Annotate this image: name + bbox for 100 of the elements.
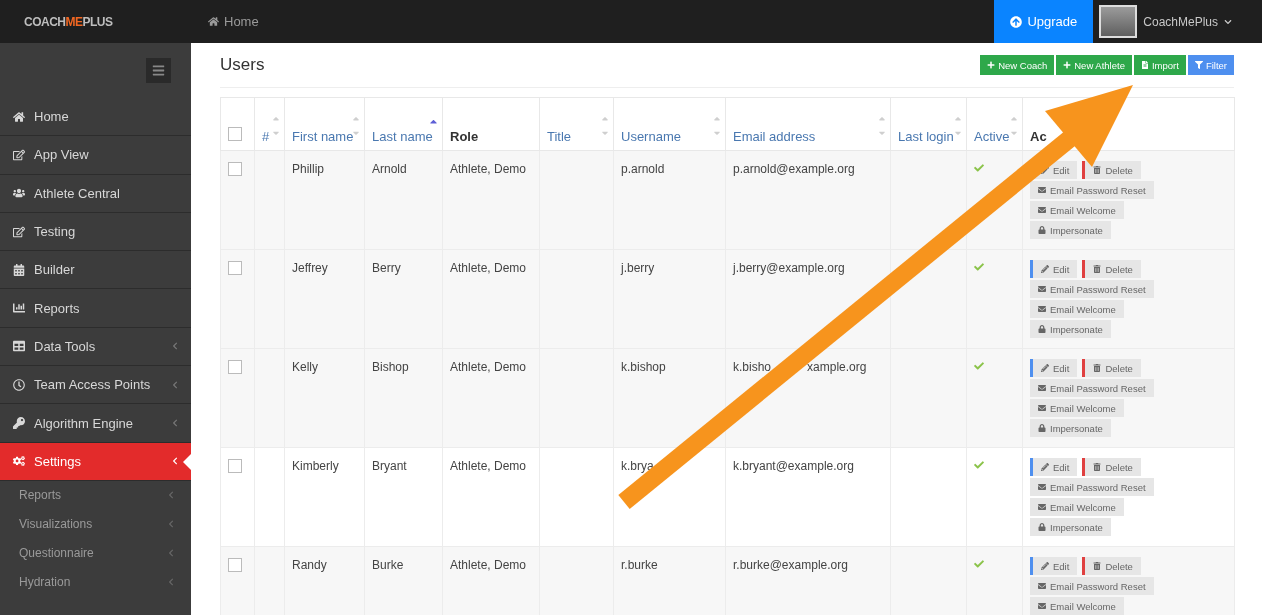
import-button[interactable]: Import	[1133, 55, 1186, 75]
add-button[interactable]: New Athlete	[1056, 55, 1132, 75]
pencil-icon	[1041, 562, 1049, 570]
table-cell: Athlete, Demo	[450, 360, 527, 374]
table-cell: Phillip	[292, 162, 324, 176]
logo: COACHMEPLUS	[24, 14, 113, 29]
sidebar-item[interactable]: Home	[0, 98, 191, 137]
sidebar-item[interactable]: Settings	[0, 442, 191, 481]
active-notch	[183, 453, 191, 470]
table-cell: p.arnold@example.org	[733, 162, 855, 176]
column-header[interactable]: First name	[284, 97, 365, 151]
pencil-icon	[1041, 463, 1049, 471]
table-cell: k.bisho	[733, 360, 772, 374]
sidebar-item[interactable]: Reports	[0, 289, 191, 328]
action-button[interactable]: Impersonate	[1030, 221, 1111, 239]
action-button[interactable]: Delete	[1082, 458, 1141, 476]
table-cell: Athlete, Demo	[450, 558, 527, 572]
action-button[interactable]: Impersonate	[1030, 518, 1111, 536]
document-icon	[1140, 61, 1149, 69]
envelope-icon	[1038, 503, 1046, 511]
filter-button[interactable]: Filter	[1187, 55, 1234, 75]
envelope-icon	[1038, 384, 1046, 392]
action-button[interactable]: Delete	[1082, 161, 1141, 179]
column-header[interactable]: Last name	[364, 97, 443, 151]
sidebar-item[interactable]: Testing	[0, 212, 191, 252]
envelope-icon	[1038, 206, 1046, 214]
envelope-icon	[1038, 483, 1046, 491]
page-title: Users	[220, 55, 265, 75]
sidebar-item[interactable]: Algorithm Engine	[0, 404, 191, 443]
action-button[interactable]: Email Welcome	[1030, 597, 1124, 615]
column-header[interactable]: Last login	[890, 97, 967, 151]
action-button[interactable]: Impersonate	[1030, 320, 1111, 338]
action-button[interactable]: Email Password Reset	[1030, 379, 1154, 397]
plus-icon	[987, 61, 996, 69]
action-button[interactable]: Edit	[1030, 458, 1078, 476]
column-header[interactable]: Title	[539, 97, 614, 151]
action-button[interactable]: Email Password Reset	[1030, 478, 1154, 496]
table-cell: Burke	[372, 558, 404, 572]
table-cell: Athlete, Demo	[450, 261, 527, 275]
action-button[interactable]: Email Password Reset	[1030, 577, 1154, 595]
row-checkbox[interactable]	[228, 459, 242, 473]
table-cell: Bryant	[372, 459, 407, 473]
trash-icon	[1093, 364, 1102, 372]
action-button[interactable]: Edit	[1030, 359, 1078, 377]
menu-button[interactable]	[146, 58, 171, 83]
breadcrumb[interactable]: Home	[224, 14, 259, 29]
column-header[interactable]: Email address	[725, 97, 891, 151]
sidebar-item[interactable]: Team Access Points	[0, 366, 191, 405]
action-button[interactable]: Impersonate	[1030, 419, 1111, 437]
sidebar-item[interactable]: Data Tools	[0, 327, 191, 367]
action-button[interactable]: Email Welcome	[1030, 201, 1124, 219]
avatar-placeholder	[1099, 5, 1138, 38]
action-button[interactable]: Delete	[1082, 359, 1141, 377]
lock-icon	[1038, 226, 1046, 234]
submenu-item[interactable]: Hydration	[0, 567, 191, 597]
action-button[interactable]: Email Welcome	[1030, 300, 1124, 318]
trash-icon	[1093, 463, 1102, 471]
add-button[interactable]: New Coach	[980, 55, 1055, 75]
table-cell: Bishop	[372, 360, 409, 374]
column-header[interactable]: Username	[613, 97, 726, 151]
chevron-icon	[167, 491, 175, 500]
table-cell: Randy	[292, 558, 327, 572]
sidebar-item[interactable]: App View	[0, 136, 191, 175]
sidebar-item[interactable]: Builder	[0, 251, 191, 290]
action-button[interactable]: Email Password Reset	[1030, 280, 1154, 298]
row-checkbox[interactable]	[228, 261, 242, 275]
column-header: Role	[442, 97, 540, 151]
column-header[interactable]: Active	[966, 97, 1023, 151]
chevron-icon	[171, 342, 179, 351]
filter-icon	[1194, 61, 1203, 69]
chevron-icon	[171, 380, 179, 389]
table-cell: Arnold	[372, 162, 407, 176]
submenu-item[interactable]: Questionnaire	[0, 538, 191, 568]
column-header[interactable]: #	[254, 97, 285, 151]
row-checkbox[interactable]	[228, 360, 242, 374]
trash-icon	[1093, 166, 1102, 174]
row-checkbox[interactable]	[228, 558, 242, 572]
row-checkbox[interactable]	[228, 162, 242, 176]
table-cell: Athlete, Demo	[450, 459, 527, 473]
action-button[interactable]: Email Welcome	[1030, 498, 1124, 516]
table-cell: Berry	[372, 261, 401, 275]
action-button[interactable]: Email Password Reset	[1030, 181, 1154, 199]
chevron-icon	[167, 578, 175, 587]
home-icon	[208, 16, 219, 27]
submenu-item[interactable]: Visualizations	[0, 509, 191, 539]
action-button[interactable]: Edit	[1030, 260, 1078, 278]
upgrade-button[interactable]: Upgrade	[994, 0, 1094, 43]
action-button[interactable]: Edit	[1030, 557, 1078, 575]
user-menu[interactable]: CoachMePlus	[1093, 0, 1262, 43]
action-button[interactable]: Email Welcome	[1030, 399, 1124, 417]
select-all-checkbox[interactable]	[228, 127, 242, 141]
envelope-icon	[1038, 305, 1046, 313]
submenu-item[interactable]: Reports	[0, 480, 191, 510]
table-cell: j.berry@example.org	[733, 261, 845, 275]
action-button[interactable]: Delete	[1082, 260, 1141, 278]
sidebar-item[interactable]: Athlete Central	[0, 174, 191, 213]
table-cell: r.burke	[621, 558, 658, 572]
table-cell: k.bryant@example.org	[733, 459, 854, 473]
action-button[interactable]: Delete	[1082, 557, 1141, 575]
envelope-icon	[1038, 602, 1046, 610]
